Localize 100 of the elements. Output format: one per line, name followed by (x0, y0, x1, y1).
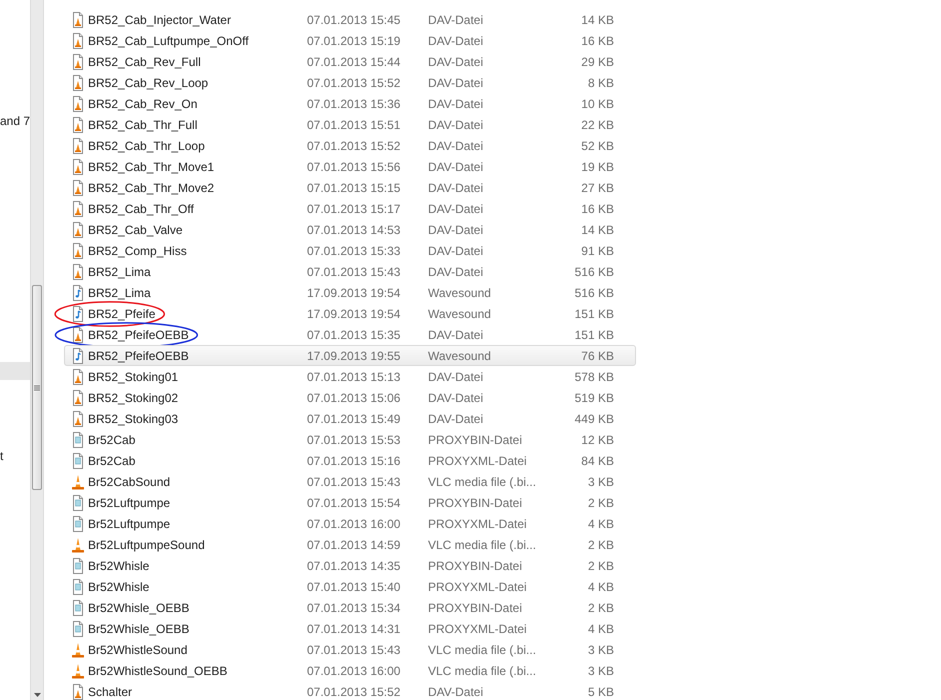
scrollbar-thumb[interactable] (32, 285, 42, 490)
file-size: 10 KB (580, 96, 614, 110)
file-row[interactable]: BR52_Lima 07.01.2013 15:43 DAV-Datei 516 KB (64, 261, 636, 282)
file-name: Br52LuftpumpeSound (88, 538, 205, 552)
file-row[interactable]: BR52_Cab_Injector_Water 07.01.2013 15:45 DAV-Datei 14 KB (64, 9, 636, 30)
file-type: DAV-Datei (428, 328, 484, 342)
date-modified: 07.01.2013 15:51 (307, 118, 402, 132)
file-name: BR52_Cab_Thr_Off (88, 202, 194, 216)
file-row[interactable]: Br52Luftpumpe 07.01.2013 15:54 PROXYBIN-Datei 2 KB (64, 492, 636, 513)
date-modified: 07.01.2013 15:56 (307, 160, 402, 174)
file-type: DAV-Datei (428, 160, 484, 174)
date-modified: 07.01.2013 15:43 (307, 474, 402, 488)
blank-file-icon (70, 600, 86, 616)
file-type: DAV-Datei (428, 370, 484, 384)
file-name: Br52Whisle_OEBB (88, 600, 190, 614)
date-modified: 07.01.2013 15:43 (307, 264, 402, 278)
file-name: BR52_Cab_Rev_Loop (88, 76, 208, 90)
file-row-highlight[interactable]: BR52_PfeifeOEBB 17.09.2013 19:55 Wavesound 76 KB (64, 345, 636, 366)
date-modified: 07.01.2013 15:16 (307, 454, 402, 468)
file-size: 449 KB (574, 412, 614, 426)
file-type: PROXYBIN-Datei (428, 600, 524, 614)
file-type: DAV-Datei (428, 12, 484, 26)
file-row[interactable]: BR52_Cab_Thr_Loop 07.01.2013 15:52 DAV-Datei 52 KB (64, 135, 636, 156)
file-row[interactable]: Schalter 07.01.2013 15:52 DAV-Datei 5 KB (64, 681, 636, 700)
file-type: VLC media file (.bi... (428, 474, 538, 488)
traffic-cone-file-icon (70, 222, 86, 238)
file-row[interactable]: BR52_Cab_Rev_On 07.01.2013 15:36 DAV-Datei 10 KB (64, 93, 636, 114)
traffic-cone-file-icon (70, 368, 86, 384)
file-row[interactable]: BR52_Cab_Rev_Loop 07.01.2013 15:52 DAV-Datei 8 KB (64, 72, 636, 93)
file-row[interactable]: BR52_Lima 17.09.2013 19:54 Wavesound 516 KB (64, 282, 636, 303)
file-name: Schalter (88, 684, 132, 698)
file-type: DAV-Datei (428, 244, 484, 258)
file-row[interactable]: BR52_Stoking03 07.01.2013 15:49 DAV-Datei 449 KB (64, 408, 636, 429)
file-size: 2 KB (586, 600, 614, 614)
file-name: Br52Cab (88, 432, 136, 446)
file-row[interactable]: Br52Cab 07.01.2013 15:16 PROXYXML-Datei 84 KB (64, 450, 636, 471)
file-size: 14 KB (580, 12, 614, 26)
file-row[interactable]: BR52_Cab_Thr_Move1 07.01.2013 15:56 DAV-Datei 19 KB (64, 156, 636, 177)
date-modified: 07.01.2013 15:06 (307, 390, 402, 404)
nav-item[interactable]: t (0, 448, 30, 464)
file-type: VLC media file (.bi... (428, 642, 538, 656)
file-size: 29 KB (580, 54, 614, 68)
traffic-cone-file-icon (70, 200, 86, 216)
file-row[interactable]: BR52_Cab_Valve 07.01.2013 14:53 DAV-Datei 14 KB (64, 219, 636, 240)
file-size: 2 KB (586, 538, 614, 552)
file-row[interactable]: BR52_Comp_Hiss 07.01.2013 15:33 DAV-Datei 91 KB (64, 240, 636, 261)
file-size: 516 KB (574, 286, 614, 300)
blank-file-icon (70, 578, 86, 594)
traffic-cone-file-icon (70, 264, 86, 280)
traffic-cone-file-icon (70, 684, 86, 700)
scrollbar[interactable] (30, 0, 44, 700)
file-row[interactable]: Br52WhistleSound_OEBB 07.01.2013 16:00 VLC media file (.bi... 3 KB (64, 660, 636, 681)
file-name: BR52_Cab_Luftpumpe_OnOff (88, 34, 249, 48)
date-modified: 07.01.2013 15:52 (307, 76, 402, 90)
nav-item[interactable]: and 7 (0, 113, 30, 129)
file-row[interactable]: Br52Whisle 07.01.2013 14:35 PROXYBIN-Datei 2 KB (64, 555, 636, 576)
file-row[interactable]: BR52_Cab_Luftpumpe_OnOff 07.01.2013 15:19 DAV-Datei 16 KB (64, 30, 636, 51)
file-name: BR52_Cab_Thr_Move2 (88, 180, 214, 194)
file-row[interactable]: BR52_Stoking02 07.01.2013 15:06 DAV-Datei 519 KB (64, 387, 636, 408)
file-size: 76 KB (580, 348, 614, 362)
file-row[interactable]: Br52Whisle_OEBB 07.01.2013 14:31 PROXYXML-Datei 4 KB (64, 618, 636, 639)
file-name: BR52_Cab_Rev_On (88, 96, 198, 110)
file-type: DAV-Datei (428, 118, 484, 132)
file-type: PROXYBIN-Datei (428, 496, 524, 510)
date-modified: 07.01.2013 14:53 (307, 222, 402, 236)
file-size: 4 KB (586, 622, 614, 636)
file-type: DAV-Datei (428, 180, 484, 194)
file-size: 2 KB (586, 496, 614, 510)
file-row[interactable]: BR52_Cab_Rev_Full 07.01.2013 15:44 DAV-Datei 29 KB (64, 51, 636, 72)
file-type: Wavesound (428, 306, 492, 320)
file-name: BR52_Cab_Thr_Loop (88, 138, 205, 152)
file-row[interactable]: Br52CabSound 07.01.2013 15:43 VLC media file (.bi... 3 KB (64, 471, 636, 492)
file-name: BR52_Lima (88, 264, 151, 278)
date-modified: 07.01.2013 15:19 (307, 34, 402, 48)
file-row[interactable]: BR52_Pfeife 17.09.2013 19:54 Wavesound 151 KB (64, 303, 636, 324)
traffic-cone-file-icon (70, 158, 86, 174)
traffic-cone-file-icon (70, 96, 86, 112)
traffic-cone-file-icon (70, 180, 86, 196)
file-row[interactable]: BR52_Cab_Thr_Move2 07.01.2013 15:15 DAV-Datei 27 KB (64, 177, 636, 198)
date-modified: 07.01.2013 16:00 (307, 516, 402, 530)
file-row[interactable]: Br52Whisle 07.01.2013 15:40 PROXYXML-Datei 4 KB (64, 576, 636, 597)
date-modified: 07.01.2013 15:49 (307, 412, 402, 426)
file-row[interactable]: Br52Luftpumpe 07.01.2013 16:00 PROXYXML-Datei 4 KB (64, 513, 636, 534)
file-row[interactable]: Br52Whisle_OEBB 07.01.2013 15:34 PROXYBIN-Datei 2 KB (64, 597, 636, 618)
file-type: DAV-Datei (428, 684, 484, 698)
file-row[interactable]: Br52Cab 07.01.2013 15:53 PROXYBIN-Datei 12 KB (64, 429, 636, 450)
file-size: 84 KB (580, 454, 614, 468)
file-row[interactable]: BR52_Stoking01 07.01.2013 15:13 DAV-Datei 578 KB (64, 366, 636, 387)
file-row[interactable]: Br52WhistleSound 07.01.2013 15:43 VLC media file (.bi... 3 KB (64, 639, 636, 660)
file-row[interactable]: BR52_Cab_Thr_Off 07.01.2013 15:17 DAV-Datei 16 KB (64, 198, 636, 219)
file-type: DAV-Datei (428, 390, 484, 404)
traffic-cone-file-icon (70, 12, 86, 28)
file-size: 19 KB (580, 160, 614, 174)
file-name: BR52_Cab_Thr_Full (88, 118, 198, 132)
file-row[interactable]: Br52LuftpumpeSound 07.01.2013 14:59 VLC media file (.bi... 2 KB (64, 534, 636, 555)
scroll-down-icon[interactable] (34, 693, 40, 697)
file-row[interactable]: BR52_Cab_Thr_Full 07.01.2013 15:51 DAV-Datei 22 KB (64, 114, 636, 135)
date-modified: 07.01.2013 15:36 (307, 96, 402, 110)
date-modified: 17.09.2013 19:54 (307, 306, 402, 320)
file-type: DAV-Datei (428, 412, 484, 426)
